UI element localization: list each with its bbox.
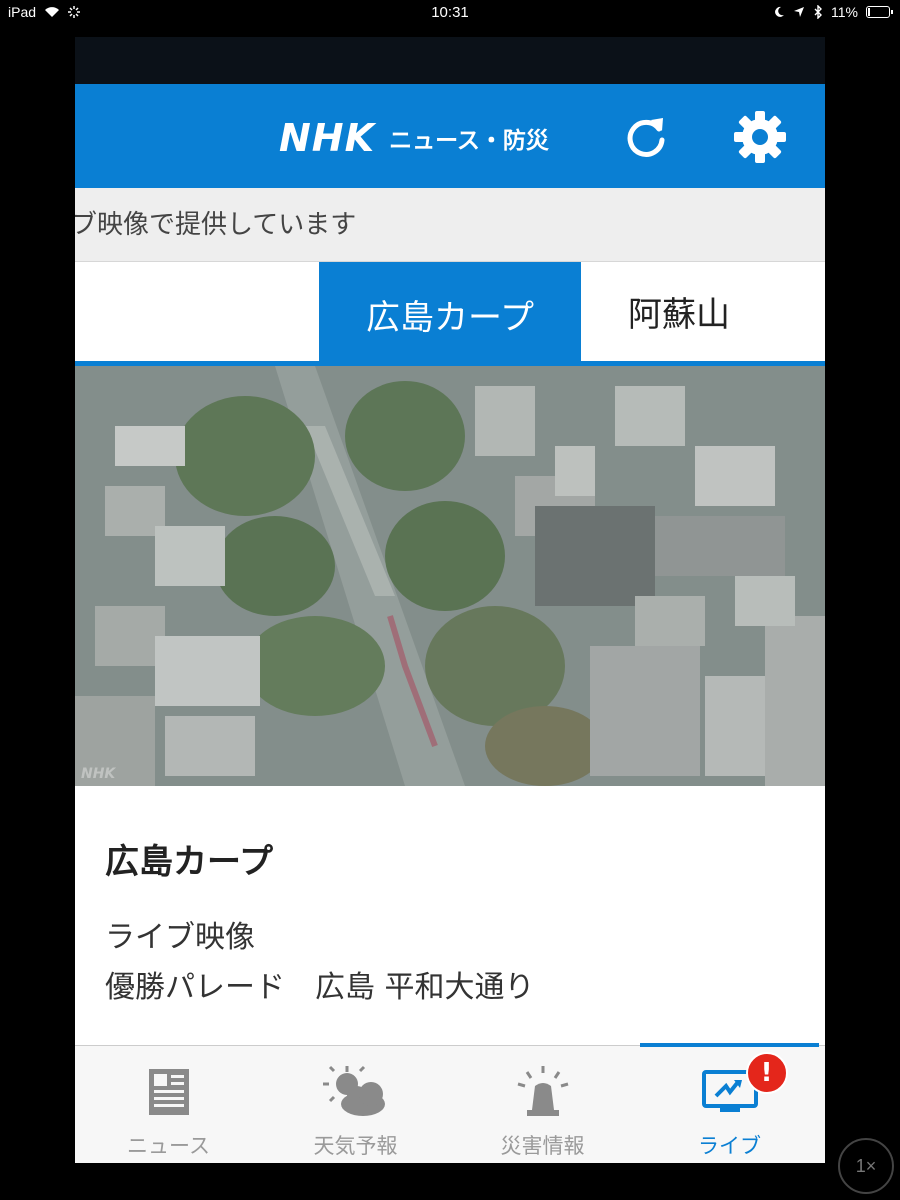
battery-icon [866,6,893,18]
bottom-tab-bar: ニュース 天気予報 災害情報 ! ライブ [75,1043,825,1163]
moon-icon [775,6,785,17]
newspaper-icon [147,1064,191,1120]
tabbar-item-live[interactable]: ! ライブ [636,1043,823,1163]
zoom-button[interactable]: 1× [838,1138,894,1194]
channel-tabs: 広島カープ 阿蘇山 [75,262,825,366]
video-title: 広島カープ [105,842,273,882]
tabbar-item-weather[interactable]: 天気予報 [262,1046,449,1163]
logo-nhk-text: NHK [279,116,376,160]
tab-label: 阿蘇山 [628,295,730,335]
video-watermark: NHK [81,766,116,782]
siren-icon [515,1064,571,1120]
tabbar-label: ライブ [698,1134,761,1158]
location-arrow-icon [794,7,805,17]
tab-label: 広島カープ [366,297,534,338]
refresh-icon [627,118,665,157]
weather-icon [321,1064,391,1120]
tabbar-item-news[interactable]: ニュース [75,1046,262,1163]
logo-subtitle: ニュース・防災 [389,128,549,154]
gear-icon [734,111,786,163]
status-bar: iPad 10:31 11% [0,0,900,24]
refresh-button[interactable] [619,110,673,164]
app-window: NHK ニュース・防災 イブ映像で提供しています 広島カープ 阿蘇山 NHK 広… [75,37,825,1163]
tabbar-label: 災害情報 [500,1134,585,1158]
bluetooth-icon [814,5,823,19]
video-info: 広島カープ ライブ映像 優勝パレード 広島 平和大通り [75,786,825,1047]
tab-hiroshima-carp[interactable]: 広島カープ [319,262,581,366]
tab-asosan[interactable]: 阿蘇山 [581,262,777,361]
settings-button[interactable] [733,110,787,164]
live-video-player[interactable]: NHK [75,366,825,786]
aerial-city-image [75,366,825,786]
video-desc-line1: ライブ映像 [105,920,255,955]
tabbar-label: 天気予報 [313,1134,398,1158]
live-tv-icon: ! [701,1052,788,1120]
battery-percent: 11% [831,4,858,20]
tabbar-label: ニュース [127,1134,210,1158]
news-ticker: イブ映像で提供しています [75,188,825,262]
status-right: 11% [773,4,893,20]
tabbar-item-disaster[interactable]: 災害情報 [449,1046,636,1163]
alert-badge: ! [745,1052,788,1094]
app-top-strip [75,37,825,84]
app-header: NHK ニュース・防災 [75,84,825,188]
ticker-text: イブ映像で提供しています [75,210,357,240]
video-desc-line2: 優勝パレード 広島 平和大通り [105,970,535,1005]
nhk-logo: NHK ニュース・防災 [279,116,549,160]
status-time: 10:31 [431,4,469,21]
